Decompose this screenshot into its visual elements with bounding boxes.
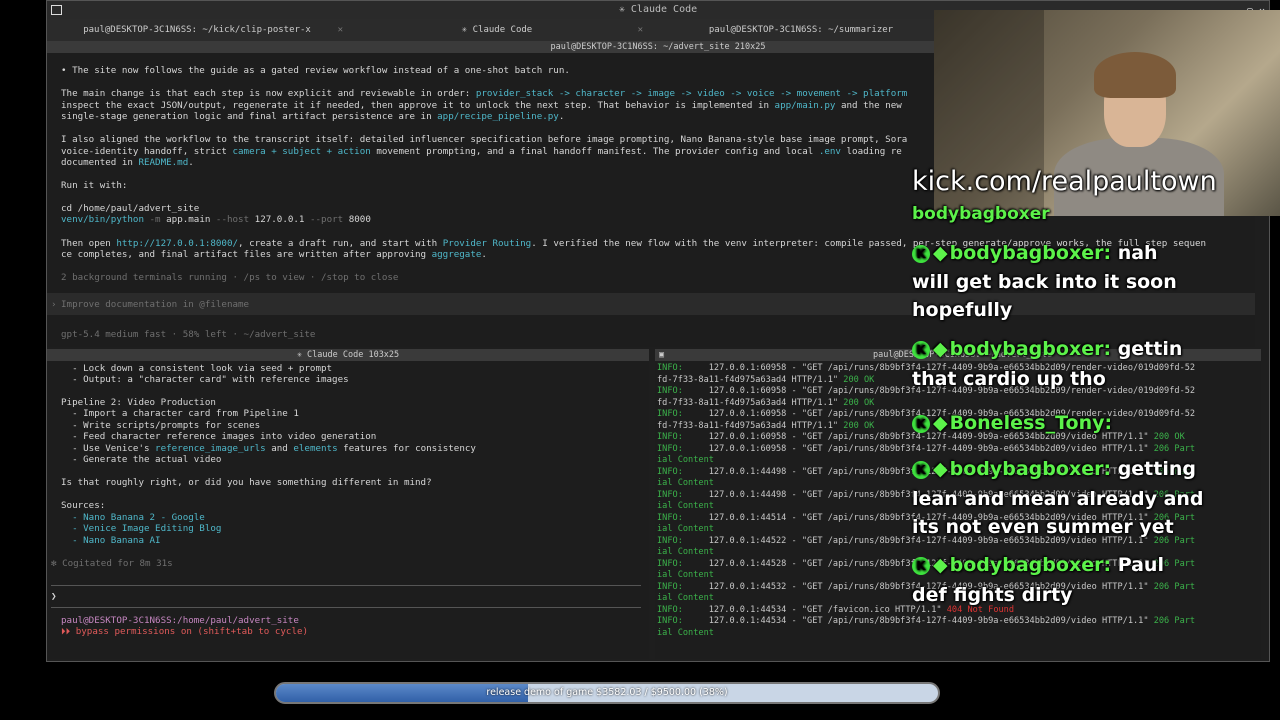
code-line: venv/bin/python -m app.main --host 127.0… [61, 214, 371, 225]
log-line: ial Content [657, 627, 714, 638]
bottom-left-pane-title: ✳ Claude Code 103x25 [296, 350, 400, 360]
kick-url: kick.com/realpaultown [912, 166, 1217, 197]
tab-clip-poster[interactable]: paul@DESKTOP-3C1N6SS: ~/kick/clip-poster… [47, 19, 347, 41]
kick-badge-icon: K [912, 244, 930, 263]
text-line: • The site now follows the guide as a ga… [61, 65, 570, 76]
gem-icon: ◆ [933, 554, 948, 576]
chat-message-cont: will get back into it soon [912, 271, 1177, 293]
text-line: ce completes, and final artifact files a… [61, 249, 487, 260]
log-line: fd-7f33-8a11-f4d975a63ad4 HTTP/1.1" 200 … [657, 374, 875, 385]
log-line: INFO: 127.0.0.1:60958 - "GET /api/runs/8… [657, 443, 1196, 454]
text-line: The main change is that each step is now… [61, 88, 908, 99]
log-line: ial Content [657, 478, 714, 488]
status-line: gpt-5.4 medium fast · 58% left · ~/adver… [61, 329, 316, 340]
prompt-bar[interactable]: › Improve documentation in @filename [47, 293, 1255, 315]
code-line: cd /home/paul/advert_site [61, 203, 200, 214]
prompt-arrow-icon: › [51, 299, 57, 310]
log-line: fd-7f33-8a11-f4d975a63ad4 HTTP/1.1" 200 … [657, 397, 875, 408]
log-line: ial Content [657, 455, 714, 465]
prompt-input[interactable]: Improve documentation in @filename [61, 299, 249, 310]
chat-message: K ◆ bodybagboxer: getting [912, 458, 1196, 480]
kick-badge-icon: K [912, 340, 930, 359]
log-line: ial Content [657, 547, 714, 557]
chat-message: K ◆ Boneless_Tony: [912, 412, 1112, 434]
tab-label: paul@DESKTOP-3C1N6SS: ~/summarizer [708, 25, 894, 35]
tab-label: ✳ Claude Code [461, 25, 533, 35]
text-line: single-stage generation logic and final … [61, 111, 565, 122]
kick-badge-icon: K [912, 460, 930, 479]
close-icon[interactable]: ✕ [338, 19, 343, 41]
gem-icon: ◆ [933, 338, 948, 360]
text-line: voice-identity handoff, strict camera + … [61, 146, 902, 157]
divider [51, 607, 641, 608]
prompt-symbol[interactable]: ❯ [51, 591, 57, 602]
bottom-left-pane[interactable]: - Lock down a consistent look via seed +… [47, 361, 649, 659]
progress-label: release demo of game $3582.03 / $9500.00… [486, 687, 728, 698]
log-line: ial Content [657, 570, 714, 580]
pane-icon: ▣ [659, 350, 665, 360]
streamer-hair [1094, 52, 1176, 98]
text-line: documented in README.md. [61, 157, 194, 168]
text-line: - Feed character reference images into v… [61, 431, 377, 442]
cogitated-status: ✻ Cogitated for 8m 31s [51, 558, 173, 569]
tab-claude-code[interactable]: ✳ Claude Code ✕ [347, 19, 647, 41]
text-line: - Import a character card from Pipeline … [61, 408, 299, 419]
donation-goal-bar: release demo of game $3582.03 / $9500.00… [274, 682, 940, 704]
gem-icon: ◆ [933, 242, 948, 264]
bottom-left-pane-header: ✳ Claude Code 103x25 [47, 349, 649, 361]
kick-badge-icon: K [912, 414, 930, 433]
log-line: INFO: 127.0.0.1:44534 - "GET /api/runs/8… [657, 616, 1196, 626]
text-line: Sources: [61, 500, 106, 511]
source-link[interactable]: - Venice Image Editing Blog [61, 523, 221, 534]
text-line: Pipeline 2: Video Production [61, 397, 216, 408]
log-line: ial Content [657, 501, 714, 511]
log-line: fd-7f33-8a11-f4d975a63ad4 HTTP/1.1" 200 … [657, 420, 875, 431]
chat-message-cont: its not even summer yet [912, 516, 1174, 538]
text-line: I also aligned the workflow to the trans… [61, 134, 908, 145]
chat-message-cont: that cardio up tho [912, 368, 1106, 390]
tab-label: paul@DESKTOP-3C1N6SS: ~/kick/clip-poster… [83, 25, 311, 35]
text-line: - Write scripts/prompts for scenes [61, 420, 261, 431]
text-line: - Generate the actual video [61, 454, 222, 465]
text-line: - Output: a "character card" with refere… [61, 374, 349, 385]
tab-summarizer[interactable]: paul@DESKTOP-3C1N6SS: ~/summarizer✕ [647, 19, 955, 41]
text-line: Is that roughly right, or did you have s… [61, 477, 432, 488]
kick-badge-icon: K [912, 556, 930, 575]
background-terminals-hint: 2 background terminals running · /ps to … [61, 272, 399, 283]
text-line: inspect the exact JSON/output, regenerat… [61, 100, 902, 111]
window-title: ✳ Claude Code [618, 4, 698, 15]
bypass-permissions-status: ⏵⏵ bypass permissions on (shift+tab to c… [61, 626, 309, 637]
shell-prompt: paul@DESKTOP-3C1N6SS:/home/paul/advert_s… [61, 615, 299, 626]
log-line: ial Content [657, 524, 714, 534]
close-icon[interactable]: ✕ [638, 19, 643, 41]
chat-message-cont: lean and mean already and [912, 488, 1204, 510]
chat-username: bodybagboxer [912, 204, 1050, 224]
gem-icon: ◆ [933, 412, 948, 434]
chat-message: K ◆ bodybagboxer: nah [912, 242, 1158, 264]
chat-message: K ◆ bodybagboxer: Paul [912, 554, 1164, 576]
window-icon [51, 5, 62, 15]
log-line: ial Content [657, 593, 714, 603]
gem-icon: ◆ [933, 458, 948, 480]
top-pane-title: paul@DESKTOP-3C1N6SS: ~/advert_site 210x… [550, 42, 766, 52]
text-line: - Lock down a consistent look via seed +… [61, 363, 333, 374]
log-line: INFO: 127.0.0.1:44534 - "GET /favicon.ic… [657, 604, 1015, 615]
chat-message-cont: def fights dirty [912, 584, 1073, 606]
divider [51, 585, 641, 586]
text-line: Run it with: [61, 180, 128, 191]
chat-message-cont: hopefully [912, 299, 1013, 321]
bottom-right-pane[interactable]: INFO: 127.0.0.1:60958 - "GET /api/runs/8… [655, 361, 1261, 659]
chat-message: K ◆ bodybagboxer: gettin [912, 338, 1182, 360]
source-link[interactable]: - Nano Banana 2 - Google [61, 512, 205, 523]
text-line: - Use Venice's reference_image_urls and … [61, 443, 476, 454]
source-link[interactable]: - Nano Banana AI [61, 535, 161, 546]
